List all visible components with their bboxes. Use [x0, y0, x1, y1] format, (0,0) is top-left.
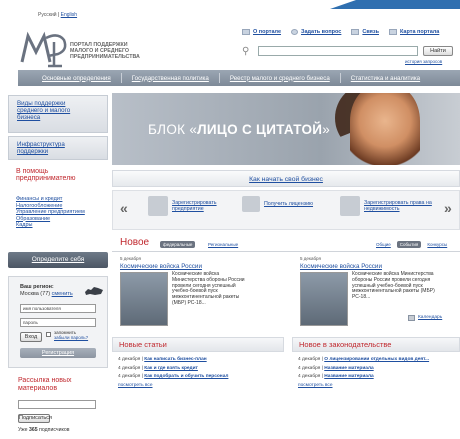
news-photo[interactable] — [300, 272, 348, 326]
news-body: Космические войска Министерства обороны … — [172, 271, 245, 306]
carousel-item-license[interactable]: Получить лицензию — [242, 196, 324, 212]
tab-regional[interactable]: Региональные — [205, 241, 241, 248]
logo-mark-icon[interactable] — [18, 28, 70, 68]
start-business-link[interactable]: Как начать свой бизнес — [249, 176, 323, 183]
search-history-link[interactable]: история запросов — [405, 59, 442, 64]
remember-checkbox[interactable] — [46, 332, 51, 337]
tab-federal[interactable]: федеральные — [160, 241, 196, 248]
list-item: 4 декабря | Как написать бизнес-план — [118, 357, 207, 362]
remember-label: запомнить забыли пароль? — [54, 330, 89, 340]
subscribers-count: Уже 365 подписчиков — [18, 427, 70, 433]
calendar-link[interactable]: Календарь — [418, 315, 442, 320]
top-links: О портале Задать вопрос Связь Карта порт… — [242, 29, 439, 35]
carousel-item-register-company[interactable]: Зарегистрировать предприятие — [148, 196, 218, 216]
articles-list: 4 декабря | Как написать бизнес-план 4 д… — [112, 352, 284, 394]
top-decoration — [330, 0, 460, 9]
search-input[interactable] — [258, 46, 418, 56]
about-portal-link[interactable]: О портале — [242, 29, 281, 35]
nav-divider — [339, 73, 341, 83]
news-divider — [112, 251, 460, 252]
carousel-prev-icon[interactable]: « — [120, 200, 128, 216]
nav-divider — [218, 73, 220, 83]
nav-state-policy[interactable]: Государственная политика — [132, 75, 209, 82]
ask-question-link[interactable]: Задать вопрос — [291, 29, 341, 35]
search-icon: ⚲ — [242, 46, 250, 57]
help-link-management[interactable]: Управление предприятием — [16, 209, 85, 216]
sitemap-icon — [388, 29, 397, 35]
nav-divider — [120, 73, 122, 83]
region-label: Ваш регион: — [20, 284, 54, 290]
register-button[interactable]: Регистрация — [20, 348, 96, 358]
tab-general[interactable]: Общие — [373, 241, 394, 248]
list-item: 4 декабря | О лицензировании отдельных в… — [298, 357, 430, 362]
subscribe-title: Рассылка новых материалов — [18, 377, 72, 392]
region-change-link[interactable]: сменить — [52, 291, 73, 297]
envelope-icon — [351, 29, 360, 35]
news-headline-link[interactable]: Космические войска России — [120, 263, 202, 270]
news-photo[interactable] — [120, 272, 168, 326]
help-link-staff[interactable]: Кадры — [16, 222, 85, 229]
articles-see-all-link[interactable]: посмотреть все — [118, 382, 278, 391]
legislation-see-all-link[interactable]: посмотреть все — [298, 382, 454, 391]
home-icon — [242, 29, 250, 35]
russia-map-icon — [85, 287, 103, 295]
list-item: 4 декабря | Название материала — [298, 374, 374, 379]
banner-photo — [350, 93, 420, 165]
carousel-next-icon[interactable]: » — [444, 200, 452, 216]
tab-contests[interactable]: Конкурсы — [424, 241, 450, 248]
forgot-password-link[interactable]: забыли пароль? — [54, 335, 88, 340]
list-item: 4 декабря | Как и где взять кредит — [118, 365, 198, 371]
main-nav: Основные определения Государственная пол… — [18, 70, 460, 86]
document-icon — [242, 196, 260, 212]
legislation-title: Новое в законодательстве — [292, 337, 460, 352]
news-filter-tabs: Общие События Конкурсы — [373, 241, 450, 248]
sidebar-box-support-types: Виды поддержки среднего и малого бизнеса — [8, 95, 108, 133]
sidebar-box-infrastructure: Инфраструктура поддержки — [8, 136, 108, 160]
help-links: Финансы и кредит Налогообложение Управле… — [16, 196, 85, 229]
contact-link[interactable]: Связь — [351, 29, 379, 35]
banner-title: БЛОК «ЛИЦО С ЦИТАТОЙ» — [148, 122, 331, 137]
legislation-column: Новое в законодательстве 4 декабря | О л… — [292, 337, 460, 394]
sitemap-link[interactable]: Карта портала — [388, 29, 439, 35]
news-body: Космические войска Министерства обороны … — [352, 271, 435, 301]
password-input[interactable] — [20, 318, 96, 327]
subscribe-button[interactable]: Подписаться — [18, 414, 52, 423]
nav-definitions[interactable]: Основные определения — [42, 75, 111, 82]
sidebar-link-support-types[interactable]: Виды поддержки среднего и малого бизнеса — [9, 96, 79, 124]
sidebar-link-infrastructure[interactable]: Инфраструктура поддержки — [9, 137, 79, 158]
question-icon — [291, 29, 299, 35]
lang-current: Русский — [38, 12, 57, 18]
define-yourself-button[interactable]: Определите себя — [8, 252, 108, 268]
region-value: Москва (77) сменить — [20, 291, 73, 297]
nav-registry[interactable]: Реестр малого и среднего бизнеса — [230, 75, 330, 82]
login-button[interactable]: Вход — [20, 332, 42, 342]
subscribe-email-input[interactable] — [18, 400, 96, 409]
legislation-list: 4 декабря | О лицензировании отдельных в… — [292, 352, 460, 394]
new-articles-title: Новые статьи — [112, 337, 284, 352]
house-icon — [340, 196, 360, 216]
search-button[interactable]: Найти — [423, 46, 453, 56]
language-switch: Русский | English — [38, 12, 78, 18]
nav-statistics[interactable]: Статистика и аналитика — [351, 75, 420, 82]
carousel-item-property[interactable]: Зарегистрировать права на недвижимость — [340, 196, 436, 216]
logo-text: ПОРТАЛ ПОДДЕРЖКИ МАЛОГО И СРЕДНЕГО ПРЕДП… — [70, 42, 140, 60]
list-item: 4 декабря | Как подобрать и обучить перс… — [118, 374, 229, 379]
news-title: Новое — [120, 237, 150, 248]
news-date: 5 декабря — [300, 256, 321, 261]
username-input[interactable] — [20, 304, 96, 313]
start-business-strip: Как начать свой бизнес — [112, 170, 460, 187]
news-headline-link[interactable]: Космические войска России — [300, 263, 382, 270]
stamp-icon — [148, 196, 168, 216]
calendar-icon — [408, 315, 415, 321]
help-title: В помощь предпринимателю — [16, 168, 76, 182]
tab-events[interactable]: События — [396, 241, 422, 248]
news-date: 5 декабря — [120, 256, 141, 261]
list-item: 4 декабря | Название материала — [298, 365, 374, 371]
lang-english-link[interactable]: English — [61, 12, 77, 18]
new-articles-column: Новые статьи 4 декабря | Как написать би… — [112, 337, 284, 394]
